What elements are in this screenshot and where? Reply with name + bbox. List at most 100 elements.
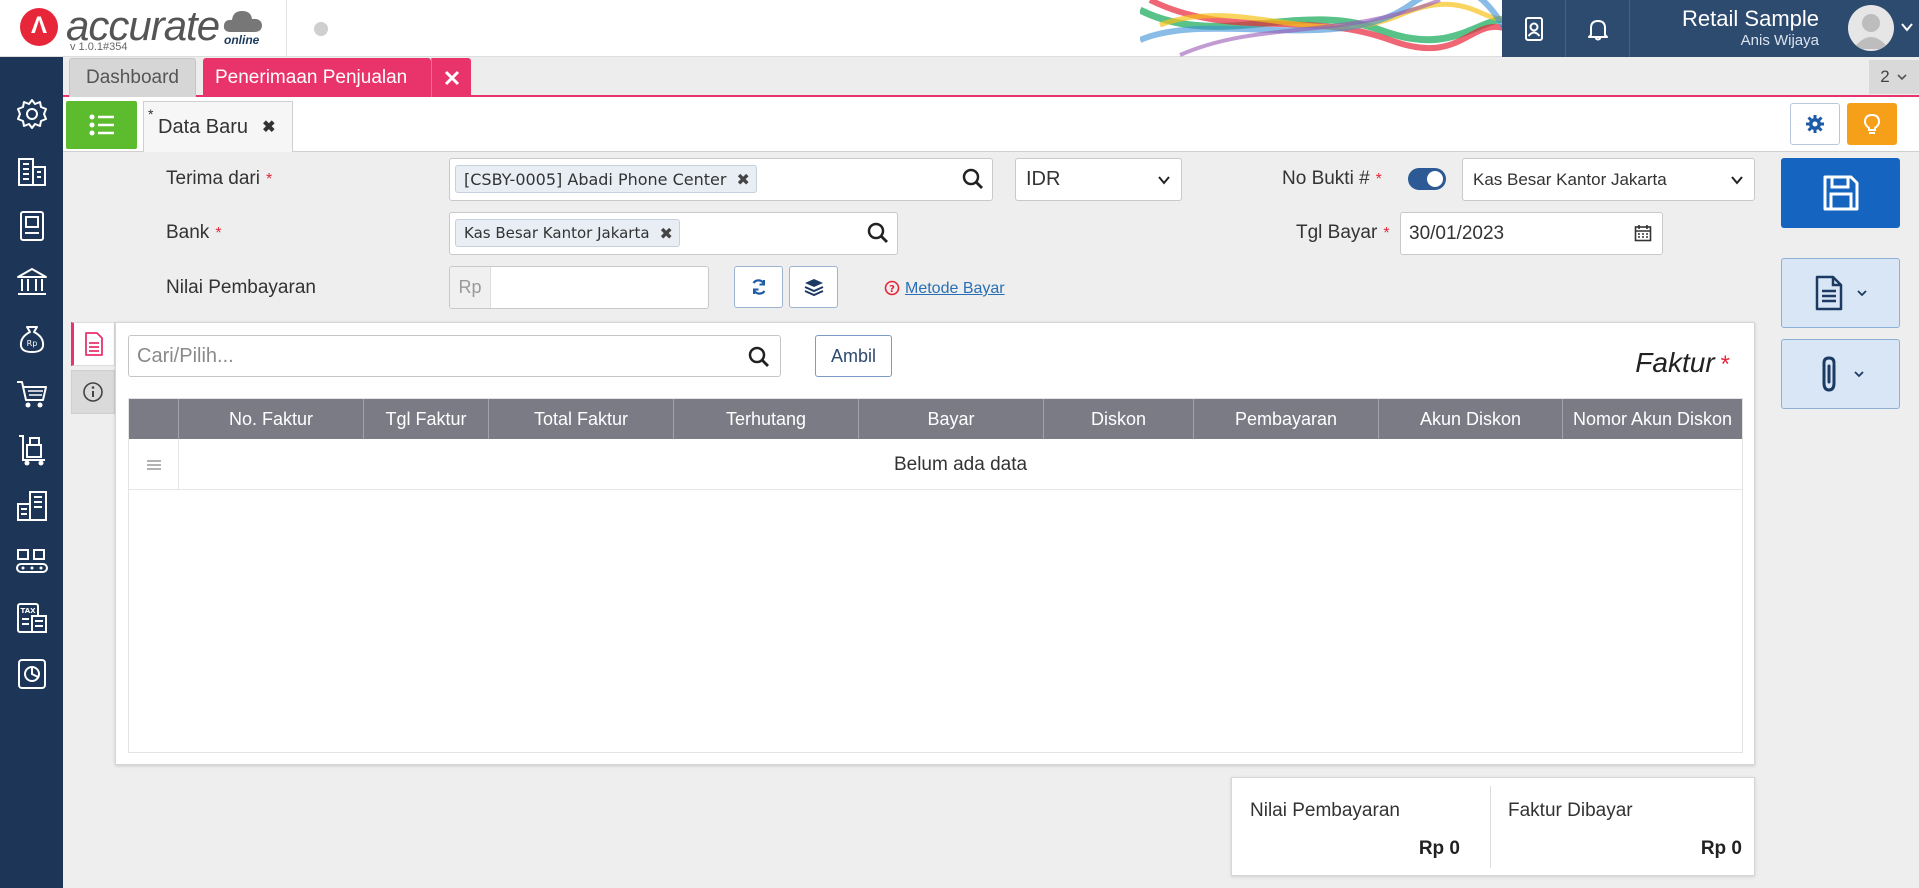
ambil-button[interactable]: Ambil <box>815 335 892 377</box>
svg-text:TAX: TAX <box>20 607 36 615</box>
tab-faktur[interactable] <box>71 322 115 366</box>
invoice-search-field[interactable] <box>128 335 781 377</box>
tab-penerimaan-penjualan[interactable]: Penerimaan Penjualan <box>203 58 431 97</box>
terima-dari-field[interactable]: [CSBY-0005] Abadi Phone Center ✖ <box>449 158 993 201</box>
sidebar-item-ledger[interactable] <box>0 198 63 253</box>
contacts-book-icon <box>1524 16 1543 41</box>
column-header-akun-diskon[interactable]: Akun Diskon <box>1379 399 1563 439</box>
required-mark: * <box>265 171 273 188</box>
save-button[interactable] <box>1781 158 1900 228</box>
sidebar-item-inventory[interactable] <box>0 478 63 533</box>
status-dot <box>314 22 328 36</box>
sub-tab-bar: * Data Baru ✖ <box>63 97 1919 152</box>
faktur-panel: Ambil Faktur* No. Faktur Tgl Faktur Tota… <box>115 322 1755 765</box>
document-menu-button[interactable] <box>1781 258 1900 328</box>
close-icon <box>444 70 459 85</box>
tips-button[interactable] <box>1847 103 1897 145</box>
accurate-logo[interactable]: Λ accurate online v 1.0.1#354 <box>20 2 280 53</box>
sidebar-item-reports[interactable] <box>0 646 63 701</box>
column-header-tgl-faktur[interactable]: Tgl Faktur <box>364 399 489 439</box>
metode-bayar-link[interactable]: Metode Bayar <box>905 280 1005 298</box>
terima-dari-text: Terima dari <box>166 168 260 189</box>
no-bukti-select[interactable]: Kas Besar Kantor Jakarta <box>1462 158 1755 201</box>
help-icon: ? <box>884 280 900 296</box>
currency-select[interactable]: IDR <box>1015 158 1182 201</box>
column-header-pembayaran[interactable]: Pembayaran <box>1194 399 1379 439</box>
auto-number-toggle[interactable] <box>1408 168 1446 190</box>
unsaved-marker: * <box>148 106 154 122</box>
notification-button[interactable] <box>1566 0 1630 57</box>
layers-button[interactable] <box>789 266 838 308</box>
gear-icon <box>16 98 47 129</box>
calendar-icon[interactable] <box>1634 224 1652 242</box>
attachment-menu-button[interactable] <box>1781 339 1900 409</box>
open-tabs-count[interactable]: 2 <box>1869 60 1919 94</box>
remove-chip-icon[interactable]: ✖ <box>660 224 673 243</box>
tab-count-value: 2 <box>1880 67 1890 86</box>
company-name[interactable]: Retail Sample <box>1682 6 1819 32</box>
tax-report-icon: TAX <box>16 602 47 633</box>
terima-dari-label: Terima dari * <box>166 168 272 190</box>
logo-online-text: online <box>224 33 260 47</box>
gear-icon <box>1806 115 1824 133</box>
column-header-nomor-akun-diskon[interactable]: Nomor Akun Diskon <box>1563 399 1742 439</box>
sidebar-item-bank[interactable] <box>0 254 63 309</box>
sidebar-item-company[interactable] <box>0 142 63 197</box>
tab-data-baru-label: Data Baru <box>158 115 249 138</box>
chevron-down-icon[interactable] <box>1900 20 1914 34</box>
close-icon[interactable]: ✖ <box>262 117 275 137</box>
bank-field[interactable]: Kas Besar Kantor Jakarta ✖ <box>449 212 898 255</box>
sidebar-item-receivables[interactable]: Rp <box>0 310 63 365</box>
avatar-icon <box>1853 14 1889 49</box>
list-view-button[interactable] <box>66 101 137 149</box>
hamburger-icon <box>146 459 161 470</box>
nilai-pembayaran-field[interactable]: Rp <box>449 266 709 309</box>
bell-icon <box>1587 19 1608 40</box>
remove-chip-icon[interactable]: ✖ <box>736 170 749 189</box>
search-icon[interactable] <box>867 222 889 244</box>
table-header: No. Faktur Tgl Faktur Total Faktur Terhu… <box>129 399 1742 439</box>
avatar[interactable] <box>1848 5 1894 51</box>
sidebar-item-settings[interactable] <box>0 86 63 141</box>
search-icon[interactable] <box>748 346 770 368</box>
bank-chip[interactable]: Kas Besar Kantor Jakarta ✖ <box>455 219 680 247</box>
tab-dashboard[interactable]: Dashboard <box>69 58 196 97</box>
lightbulb-icon <box>1863 113 1881 134</box>
close-tab-button[interactable] <box>431 58 471 97</box>
tgl-bayar-field[interactable]: 30/01/2023 <box>1400 212 1663 255</box>
bank-chip-label: Kas Besar Kantor Jakarta <box>464 224 650 242</box>
sidebar-item-tax[interactable]: TAX <box>0 590 63 645</box>
chevron-down-icon <box>1158 175 1170 185</box>
column-header-terhutang[interactable]: Terhutang <box>674 399 859 439</box>
user-name[interactable]: Anis Wijaya <box>1741 32 1819 49</box>
layers-icon <box>804 279 823 297</box>
decorative-wave-banner <box>1140 0 1520 57</box>
nilai-pembayaran-label: Nilai Pembayaran <box>166 277 316 298</box>
sidebar-item-purchase[interactable] <box>0 422 63 477</box>
tab-info[interactable] <box>71 370 115 414</box>
form-settings-button[interactable] <box>1790 103 1840 145</box>
tgl-bayar-label: Tgl Bayar * <box>1296 222 1390 244</box>
sidebar-item-sales[interactable] <box>0 366 63 421</box>
column-header-bayar[interactable]: Bayar <box>859 399 1044 439</box>
column-header-no-faktur[interactable]: No. Faktur <box>179 399 364 439</box>
tab-data-baru[interactable]: * Data Baru ✖ <box>143 101 293 152</box>
sidebar-item-production[interactable] <box>0 534 63 589</box>
column-header-total-faktur[interactable]: Total Faktur <box>489 399 674 439</box>
search-icon[interactable] <box>962 168 984 190</box>
row-menu-handle[interactable] <box>129 439 179 490</box>
invoice-search-input[interactable] <box>129 336 729 376</box>
summary-nilai-value: Rp 0 <box>1418 838 1460 859</box>
summary-nilai-label: Nilai Pembayaran <box>1250 800 1400 821</box>
toggle-knob <box>1427 171 1443 187</box>
column-header-diskon[interactable]: Diskon <box>1044 399 1194 439</box>
recalculate-button[interactable] <box>734 266 783 308</box>
warehouse-icon <box>16 490 47 521</box>
building-icon <box>17 157 46 186</box>
customer-chip[interactable]: [CSBY-0005] Abadi Phone Center ✖ <box>455 165 757 193</box>
summary-faktur-dibayar: Faktur Dibayar Rp 0 <box>1490 786 1754 868</box>
contacts-button[interactable] <box>1502 0 1566 57</box>
list-icon <box>89 114 114 136</box>
no-bukti-text: No Bukti # <box>1282 168 1370 189</box>
customer-chip-label: [CSBY-0005] Abadi Phone Center <box>464 169 727 189</box>
